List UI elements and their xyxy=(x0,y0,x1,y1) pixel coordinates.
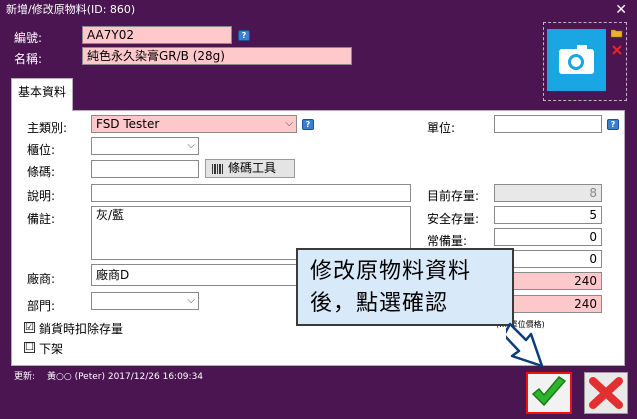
callout-line-1: 修改原物料資料 xyxy=(310,259,472,284)
code-label: 編號: xyxy=(14,31,43,45)
updated-value: 黃○○ (Peter) 2017/12/26 16:09:34 xyxy=(47,372,204,382)
off-shelf-checkbox[interactable]: ☐ xyxy=(24,342,35,353)
safety-stock-input[interactable]: 5 xyxy=(494,206,602,224)
title-bar: 新增/修改原物料(ID: 860) ✕ xyxy=(0,0,637,20)
folder-icon[interactable] xyxy=(610,27,623,38)
barcode-tool-button[interactable]: 條碼工具 xyxy=(205,159,295,178)
dialog-window: 新增/修改原物料(ID: 860) ✕ 編號: AA7Y02 ? 名稱: 純色永… xyxy=(0,0,637,419)
description-input[interactable] xyxy=(91,184,411,202)
confirm-button[interactable] xyxy=(526,372,572,414)
category-value: FSD Tester xyxy=(96,117,160,131)
cabinet-select[interactable]: ⌵ xyxy=(91,137,199,155)
off-shelf-label: 下架 xyxy=(39,342,64,356)
instruction-callout: 修改原物料資料 後，點選確認 xyxy=(296,248,514,326)
chevron-down-icon: ⌵ xyxy=(187,140,195,151)
safety-stock-label: 安全存量: xyxy=(427,212,480,226)
x-icon xyxy=(589,377,623,409)
checkmark-icon xyxy=(531,376,567,407)
camera-icon[interactable] xyxy=(547,29,606,91)
help-icon[interactable]: ? xyxy=(238,30,250,41)
vendor-select[interactable]: 廠商D xyxy=(91,264,303,286)
department-select[interactable]: ⌵ xyxy=(91,292,199,310)
chevron-down-icon: ⌵ xyxy=(285,118,293,129)
department-label: 部門: xyxy=(27,299,56,313)
deduct-stock-checkbox[interactable]: ☑ xyxy=(24,322,35,333)
barcode-icon xyxy=(212,164,224,174)
barcode-input[interactable] xyxy=(91,160,199,178)
deduct-stock-label: 銷貨時扣除存量 xyxy=(39,322,124,336)
current-stock-label: 目前存量: xyxy=(427,189,480,203)
category-label: 主類別: xyxy=(27,121,68,135)
reserve-input[interactable]: 0 xyxy=(494,228,602,246)
cabinet-label: 櫃位: xyxy=(27,143,56,157)
arrow-icon xyxy=(502,318,552,372)
tab-basic-info[interactable]: 基本資料 xyxy=(11,78,73,111)
barcode-label: 條碼: xyxy=(27,165,56,179)
chevron-down-icon: ⌵ xyxy=(187,295,195,306)
name-input[interactable]: 純色永久染膏GR/B (28g) xyxy=(82,47,352,65)
callout-line-2: 後，點選確認 xyxy=(310,291,449,316)
cancel-button[interactable] xyxy=(584,372,628,414)
window-title: 新增/修改原物料(ID: 860) xyxy=(6,3,136,16)
barcode-tool-label: 條碼工具 xyxy=(228,161,277,175)
delete-photo-icon[interactable] xyxy=(611,44,623,56)
current-stock-value: 8 xyxy=(494,184,602,202)
code-input[interactable]: AA7Y02 xyxy=(82,26,232,44)
description-label: 說明: xyxy=(27,189,56,203)
updated-label: 更新: xyxy=(14,372,36,382)
unit-input[interactable] xyxy=(494,115,602,133)
category-help-icon[interactable]: ? xyxy=(302,119,314,130)
unit-help-icon[interactable]: ? xyxy=(607,119,619,130)
category-select[interactable]: FSD Tester ⌵ xyxy=(91,115,297,133)
unit-label: 單位: xyxy=(427,121,456,135)
close-icon[interactable]: ✕ xyxy=(615,0,627,20)
note-label: 備註: xyxy=(27,212,56,226)
name-label: 名稱: xyxy=(14,52,43,66)
reserve-label: 常備量: xyxy=(427,234,468,248)
vendor-label: 廠商: xyxy=(27,272,56,286)
